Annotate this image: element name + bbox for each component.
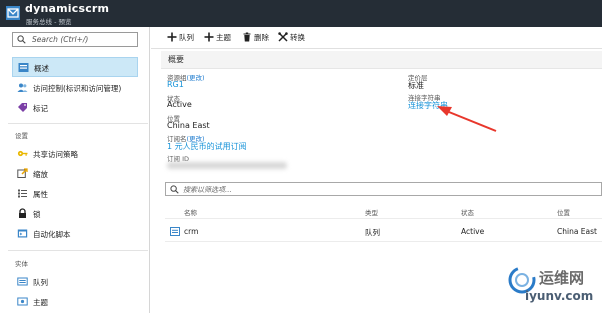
toolbar-label: 主题 — [216, 33, 231, 42]
essentials-header[interactable]: 概要 — [161, 51, 602, 69]
overview-icon — [18, 63, 29, 72]
column-header-location[interactable]: 位置 — [557, 207, 570, 217]
subscription-id-value-redacted — [167, 162, 287, 169]
column-header-status[interactable]: 状态 — [461, 207, 474, 217]
queue-icon — [170, 227, 180, 236]
connection-string-link[interactable]: 连接字符串 — [408, 100, 448, 111]
sidebar-item-access-control[interactable]: 访问控制(标识和访问管理) — [12, 78, 138, 98]
search-icon — [17, 35, 26, 44]
trash-icon — [243, 32, 251, 42]
key-icon — [17, 150, 28, 157]
sidebar-divider — [8, 123, 148, 124]
sidebar-item-automation-script[interactable]: 自动化脚本 — [12, 224, 138, 244]
add-queue-button[interactable]: 队列 — [167, 31, 201, 45]
watermark-domain: iyunv.com — [525, 289, 594, 303]
sidebar-item-tags[interactable]: 标记 — [12, 98, 138, 118]
filter-input[interactable]: 搜索以筛选项... — [165, 182, 602, 196]
row-location: China East — [557, 227, 597, 236]
location-value: China East — [167, 121, 210, 130]
search-input[interactable]: Search (Ctrl+/) — [12, 32, 138, 47]
sidebar: Search (Ctrl+/) 概述 访问控制(标识和访问管理) 标记 设置 共… — [0, 27, 150, 313]
sidebar-item-label: 自动化脚本 — [33, 230, 71, 239]
watermark-text: 运维网 — [539, 269, 585, 287]
script-icon — [17, 229, 28, 238]
add-topic-button[interactable]: 主题 — [204, 31, 238, 45]
table-header-divider — [165, 218, 602, 219]
change-resource-group-link[interactable]: (更改) — [187, 74, 205, 82]
filter-placeholder: 搜索以筛选项... — [183, 186, 232, 194]
tag-icon — [18, 103, 27, 112]
scale-icon — [17, 168, 28, 178]
sidebar-item-label: 主题 — [33, 298, 48, 307]
delete-button[interactable]: 删除 — [242, 31, 276, 45]
properties-icon — [18, 189, 27, 198]
title-bar: dynamicscrm 服务总线 - 预览 — [0, 0, 602, 27]
queue-icon — [17, 277, 28, 286]
toolbar-label: 队列 — [179, 33, 194, 42]
sidebar-item-topics[interactable]: 主题 — [12, 292, 138, 312]
resource-title: dynamicscrm — [25, 2, 110, 15]
subscription-name-value[interactable]: 1 元人民币的试用订阅 — [167, 141, 247, 152]
sidebar-item-label: 属性 — [33, 190, 48, 199]
sidebar-item-label: 锁 — [33, 210, 41, 219]
sidebar-item-label: 标记 — [33, 104, 48, 113]
section-heading-settings: 设置 — [15, 132, 28, 140]
watermark: 运维网 iyunv.com — [507, 262, 602, 313]
sidebar-item-shared-access-policies[interactable]: 共享访问策略 — [12, 144, 138, 164]
toolbar-label: 删除 — [254, 33, 269, 42]
people-icon — [17, 83, 28, 92]
section-heading-entities: 实体 — [15, 260, 28, 268]
sidebar-item-label: 队列 — [33, 278, 48, 287]
sidebar-item-label: 访问控制(标识和访问管理) — [33, 84, 122, 93]
column-header-type[interactable]: 类型 — [365, 207, 378, 217]
lock-icon — [19, 208, 26, 218]
resource-group-value[interactable]: RG1 — [167, 80, 184, 89]
plus-icon — [204, 32, 214, 42]
search-placeholder: Search (Ctrl+/) — [32, 35, 89, 44]
plus-icon — [167, 32, 177, 42]
row-status: Active — [461, 227, 485, 236]
sidebar-item-overview[interactable]: 概述 — [12, 57, 138, 77]
tools-icon — [278, 32, 288, 42]
row-type: 队列 — [365, 228, 380, 237]
service-bus-logo-icon — [6, 6, 20, 20]
essentials-title: 概要 — [168, 55, 184, 64]
sidebar-item-label: 缩放 — [33, 170, 48, 179]
sidebar-item-locks[interactable]: 锁 — [12, 204, 138, 224]
row-name-link[interactable]: crm — [184, 227, 198, 236]
column-header-name[interactable]: 名称 — [184, 207, 197, 217]
sidebar-item-properties[interactable]: 属性 — [12, 184, 138, 204]
convert-button[interactable]: 转换 — [278, 31, 312, 45]
topic-icon — [17, 297, 28, 306]
table-row-divider — [165, 241, 602, 242]
sidebar-divider — [8, 250, 148, 251]
status-value: Active — [167, 100, 192, 109]
pricing-tier-value: 标准 — [408, 81, 424, 90]
resource-subtitle: 服务总线 - 预览 — [26, 18, 72, 26]
sidebar-item-queues[interactable]: 队列 — [12, 272, 138, 292]
sidebar-item-label: 概述 — [34, 64, 49, 73]
toolbar-divider — [151, 48, 602, 49]
sidebar-item-label: 共享访问策略 — [33, 150, 78, 159]
sidebar-item-scale[interactable]: 缩放 — [12, 164, 138, 184]
search-icon — [170, 185, 179, 194]
toolbar-label: 转换 — [290, 33, 305, 42]
